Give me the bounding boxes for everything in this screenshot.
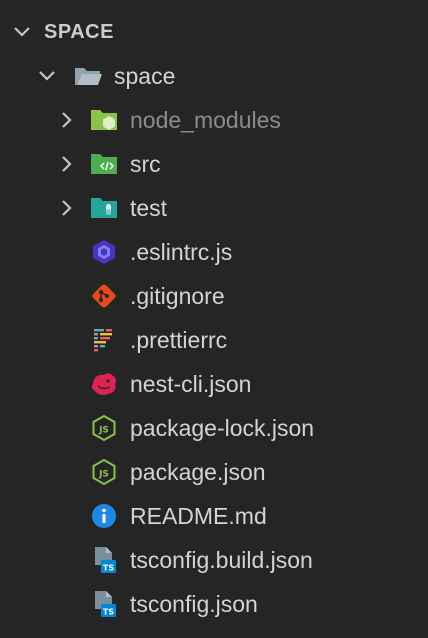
chevron-down-icon[interactable] bbox=[36, 54, 58, 98]
tree-item-label: README.md bbox=[130, 503, 267, 529]
tree-item-label: tsconfig.json bbox=[130, 591, 258, 617]
svg-text:JS: JS bbox=[98, 426, 109, 436]
tree-item-label: node_modules bbox=[130, 107, 281, 133]
tree-item-nest-cli-file[interactable]: nest-cli.json bbox=[0, 362, 428, 406]
tree-item-label: nest-cli.json bbox=[130, 371, 252, 397]
tree-item-label: test bbox=[130, 195, 168, 221]
tree-item-label: src bbox=[130, 151, 161, 177]
chevron-right-icon[interactable] bbox=[56, 98, 78, 142]
src-folder-icon bbox=[88, 142, 120, 186]
tree-item-label: space bbox=[114, 63, 176, 89]
chevron-right-icon[interactable] bbox=[56, 142, 78, 186]
tsconfig-icon: TS bbox=[88, 582, 120, 626]
tree-item-node-modules-folder[interactable]: node_modules bbox=[0, 98, 428, 142]
tree-item-label: package-lock.json bbox=[130, 415, 315, 441]
tree-item-prettierrc-file[interactable]: .prettierrc bbox=[0, 318, 428, 362]
section-title: SPACE bbox=[44, 20, 114, 43]
tree-item-tsconfig-build-file[interactable]: TS tsconfig.build.json bbox=[0, 538, 428, 582]
folder-open-icon bbox=[72, 54, 104, 98]
tree-item-label: tsconfig.build.json bbox=[130, 547, 313, 573]
tree-item-eslintrc-file[interactable]: .eslintrc.js bbox=[0, 230, 428, 274]
tree-item-label: .prettierrc bbox=[130, 327, 228, 353]
tree-item-package-file[interactable]: JS package.json bbox=[0, 450, 428, 494]
tree-item-package-lock-file[interactable]: JS package-lock.json bbox=[0, 406, 428, 450]
tree-item-label: .eslintrc.js bbox=[130, 239, 233, 265]
file-explorer: SPACE space node_modules src test .eslin… bbox=[0, 0, 428, 638]
tree-item-readme-file[interactable]: README.md bbox=[0, 494, 428, 538]
chevron-right-icon[interactable] bbox=[56, 186, 78, 230]
nodejs-icon: JS bbox=[88, 450, 120, 494]
nodejs-icon: JS bbox=[88, 406, 120, 450]
tree-item-src-folder[interactable]: src bbox=[0, 142, 428, 186]
tree-item-gitignore-file[interactable]: .gitignore bbox=[0, 274, 428, 318]
tsconfig-icon: TS bbox=[88, 538, 120, 582]
nestjs-icon bbox=[88, 362, 120, 406]
test-folder-icon bbox=[88, 186, 120, 230]
tree-item-test-folder[interactable]: test bbox=[0, 186, 428, 230]
tree-item-tsconfig-file[interactable]: TS tsconfig.json bbox=[0, 582, 428, 626]
svg-text:TS: TS bbox=[103, 564, 114, 573]
svg-text:TS: TS bbox=[103, 608, 114, 617]
chevron-down-icon[interactable] bbox=[4, 10, 40, 54]
tree-item-label: package.json bbox=[130, 459, 266, 485]
nodejs-folder-icon bbox=[88, 98, 120, 142]
git-icon bbox=[88, 274, 120, 318]
eslint-icon bbox=[88, 230, 120, 274]
info-icon bbox=[88, 494, 120, 538]
tree-item-space-folder[interactable]: space bbox=[0, 54, 428, 98]
section-header-space[interactable]: SPACE bbox=[0, 10, 428, 54]
prettier-icon bbox=[88, 318, 120, 362]
tree-item-label: .gitignore bbox=[130, 283, 225, 309]
svg-text:JS: JS bbox=[98, 470, 109, 480]
